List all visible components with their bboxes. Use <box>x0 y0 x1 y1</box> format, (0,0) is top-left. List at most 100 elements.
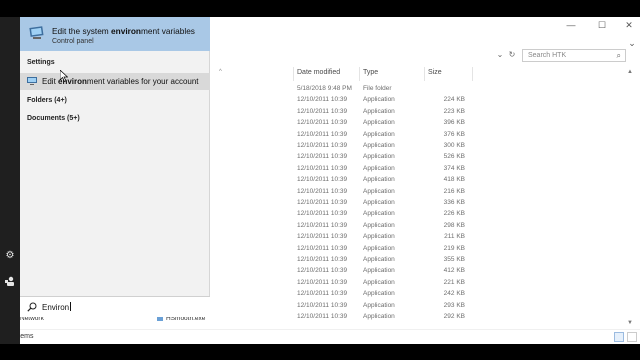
column-header-size[interactable]: Size <box>428 69 442 76</box>
user-icon[interactable] <box>4 275 16 287</box>
status-bar: 34 items <box>0 329 640 344</box>
cell-size: 374 KB <box>443 164 465 172</box>
help-icon[interactable]: ⌄ <box>626 37 638 49</box>
column-header-type[interactable]: Type <box>363 69 378 76</box>
cell-type: Application <box>363 210 395 218</box>
cell-size: 298 KB <box>443 221 465 229</box>
refresh-icon[interactable]: ↻ <box>507 50 517 61</box>
cell-size: 211 KB <box>444 233 465 241</box>
cell-type: Application <box>363 142 395 149</box>
cell-type: Application <box>363 244 395 252</box>
cell-type: Application <box>363 119 395 127</box>
cell-type: Application <box>363 256 395 263</box>
details-view-button[interactable] <box>614 332 624 342</box>
cell-type: Application <box>363 187 395 195</box>
cell-type: Application <box>363 130 395 138</box>
cell-date: 12/10/2011 10:39 <box>297 107 348 115</box>
best-match-title: Edit the system environment variables <box>52 26 195 36</box>
cell-date: 12/10/2011 10:39 <box>297 142 348 149</box>
cell-size: 223 KB <box>443 107 465 115</box>
cell-date: 12/10/2011 10:39 <box>297 119 348 127</box>
cell-type: Application <box>363 164 395 172</box>
control-panel-icon <box>29 26 44 39</box>
cell-date: 12/10/2011 10:39 <box>297 153 348 161</box>
column-separator[interactable] <box>359 67 360 81</box>
cell-size: 418 KB <box>443 176 465 184</box>
column-separator[interactable] <box>424 67 425 81</box>
scroll-up-icon[interactable]: ▲ <box>627 69 633 75</box>
gear-icon[interactable]: ⚙ <box>4 250 16 262</box>
cell-date: 5/18/2018 9:48 PM <box>297 85 352 92</box>
cell-date: 12/10/2011 10:39 <box>297 278 348 286</box>
cell-size: 336 KB <box>443 199 465 206</box>
minimize-button[interactable]: — <box>565 19 577 31</box>
cell-date: 12/10/2011 10:39 <box>297 130 348 138</box>
user-icon-svg <box>5 276 14 286</box>
cell-date: 12/10/2011 10:39 <box>297 164 348 172</box>
cell-type: Application <box>363 176 395 184</box>
cell-size: 219 KB <box>443 244 465 252</box>
scroll-down-icon[interactable]: ▼ <box>627 320 633 326</box>
cell-date: 12/10/2011 10:39 <box>297 199 348 206</box>
cell-size: 355 KB <box>443 256 465 263</box>
large-icons-view-button[interactable] <box>627 332 637 342</box>
start-search-panel: Edit the system environment variables Co… <box>20 17 210 317</box>
cell-date: 12/10/2011 10:39 <box>297 290 348 298</box>
cell-date: 12/10/2011 10:39 <box>297 96 348 104</box>
cell-date: 12/10/2011 10:39 <box>297 210 348 218</box>
start-search-input[interactable]: Environ <box>20 296 210 317</box>
search-query[interactable]: Environ <box>42 302 72 312</box>
settings-result-pre: Edit <box>42 77 59 86</box>
best-match-title-pre: Edit the system <box>52 26 112 36</box>
search-input[interactable]: Search HTK ⌕ <box>522 49 626 62</box>
cell-size: 224 KB <box>443 96 465 104</box>
mouse-pointer-icon <box>60 70 68 82</box>
search-icon <box>27 302 37 312</box>
cell-type: File folder <box>363 85 392 92</box>
sort-arrow-icon: ^ <box>219 69 222 75</box>
cell-type: Application <box>363 278 395 286</box>
cell-type: Application <box>363 96 395 104</box>
column-separator[interactable] <box>293 67 294 81</box>
text-caret <box>70 302 72 311</box>
settings-result-item[interactable]: Edit environment variables for your acco… <box>20 73 210 90</box>
cell-date: 12/10/2011 10:39 <box>297 267 348 275</box>
cell-type: Application <box>363 267 395 275</box>
cell-date: 12/10/2011 10:39 <box>297 233 348 241</box>
cell-size: 412 KB <box>443 267 465 275</box>
settings-result-post: ment variables for your account <box>86 77 199 86</box>
cell-date: 12/10/2011 10:39 <box>297 313 348 320</box>
search-query-text: Environ <box>42 303 70 312</box>
best-match-title-bold: environ <box>111 26 141 36</box>
cell-type: Application <box>363 290 395 298</box>
cell-size: 526 KB <box>443 153 465 161</box>
close-button[interactable]: ✕ <box>623 19 635 31</box>
cell-size: 300 KB <box>443 142 465 149</box>
folders-heading[interactable]: Folders (4+) <box>27 97 67 104</box>
cell-date: 12/10/2011 10:39 <box>297 256 348 263</box>
cell-type: Application <box>363 233 395 241</box>
cell-date: 12/10/2011 10:39 <box>297 244 348 252</box>
vertical-scrollbar[interactable]: ▲ ▼ <box>627 67 635 329</box>
cell-size: 216 KB <box>443 187 465 195</box>
documents-heading[interactable]: Documents (5+) <box>27 115 80 122</box>
cell-date: 12/10/2011 10:39 <box>297 221 348 229</box>
cell-size: 396 KB <box>443 119 465 127</box>
monitor-icon <box>27 77 37 85</box>
column-separator[interactable] <box>472 67 473 81</box>
cell-size: 226 KB <box>443 210 465 218</box>
cell-date: 12/10/2011 10:39 <box>297 301 348 309</box>
cell-size: 242 KB <box>443 290 465 298</box>
best-match-result[interactable]: Edit the system environment variables Co… <box>20 17 210 51</box>
dropdown-icon[interactable]: ⌄ <box>495 50 505 61</box>
column-header-date[interactable]: Date modified <box>297 69 340 76</box>
cell-type: Application <box>363 107 395 115</box>
best-match-subtitle: Control panel <box>52 38 94 45</box>
cell-type: Application <box>363 313 395 320</box>
settings-heading: Settings <box>27 59 55 66</box>
maximize-button[interactable]: ☐ <box>596 19 608 31</box>
cell-type: Application <box>363 199 395 206</box>
cell-size: 221 KB <box>443 278 465 286</box>
cell-date: 12/10/2011 10:39 <box>297 187 348 195</box>
cell-size: 376 KB <box>443 130 465 138</box>
